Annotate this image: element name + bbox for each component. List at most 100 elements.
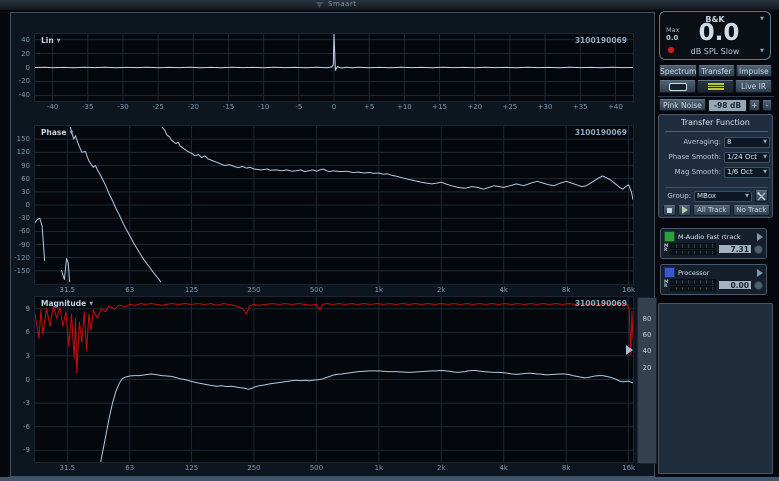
generator-controls: Pink Noise -98 dB + - bbox=[659, 99, 772, 111]
ir-mode-buttons: Live IR bbox=[659, 80, 772, 93]
group-label: Group: bbox=[663, 192, 691, 200]
averaging-value: 8 bbox=[727, 138, 731, 146]
dropdown-arrow-icon: ▼ bbox=[57, 38, 61, 44]
averaging-select[interactable]: 8 ▼ bbox=[724, 137, 770, 148]
play-icon bbox=[682, 206, 688, 214]
level-meters bbox=[670, 279, 716, 291]
coherence-scale-strip[interactable]: 80604020 bbox=[637, 297, 657, 464]
no-track-button[interactable]: No Track bbox=[733, 205, 771, 216]
mag-smooth-select[interactable]: 1/6 Oct ▼ bbox=[724, 167, 770, 178]
track-mute-button[interactable] bbox=[754, 245, 763, 254]
magnitude-view-selector[interactable]: Magnitude▼ bbox=[41, 299, 93, 308]
phase-view-selector[interactable]: Phase▼ bbox=[41, 128, 73, 137]
smaart-logo-icon bbox=[316, 2, 323, 8]
meter-channel-labels: M R bbox=[664, 245, 668, 254]
empty-side-panel bbox=[658, 303, 773, 474]
meter-max-value: 0.0 bbox=[666, 34, 678, 42]
meter-bar bbox=[670, 286, 716, 292]
ir-linear-view-button[interactable] bbox=[659, 80, 696, 93]
titlebar: Smaart bbox=[0, 0, 779, 11]
coherence-cursor-icon[interactable] bbox=[626, 345, 633, 355]
divider bbox=[665, 187, 768, 188]
mode-buttons: Spectrum Transfer Impulse bbox=[659, 65, 772, 77]
transfer-function-panel: Transfer Function Averaging: 8 ▼ Phase S… bbox=[658, 114, 773, 218]
trace-id: 3100190069 bbox=[575, 128, 627, 137]
group-row: Group: MBox ▼ bbox=[663, 190, 770, 202]
meter-label-r: R bbox=[664, 249, 668, 254]
chevron-down-icon: ▼ bbox=[745, 193, 749, 199]
meter-bar bbox=[670, 250, 716, 256]
ir-view-selector[interactable]: Lin▼ bbox=[41, 36, 61, 45]
divider bbox=[665, 131, 768, 132]
meter-mode-selector[interactable]: dB SPL Slow bbox=[660, 47, 770, 56]
track-delay-value[interactable]: 0.00 bbox=[718, 280, 752, 290]
banded-view-icon bbox=[708, 83, 724, 90]
spectrum-button[interactable]: Spectrum bbox=[659, 65, 697, 77]
chevron-down-icon[interactable]: ▼ bbox=[760, 48, 764, 54]
meter-label-r: R bbox=[664, 285, 668, 290]
transport-controls: All Track No Track bbox=[663, 204, 770, 216]
panel-title: Transfer Function bbox=[659, 118, 772, 127]
level-down-button[interactable]: - bbox=[762, 100, 772, 111]
spl-readout: 0.0 bbox=[686, 20, 752, 46]
level-up-button[interactable]: + bbox=[749, 100, 759, 111]
phase-y-axis: 1501209060300-30-60-90-120-150 bbox=[10, 126, 32, 284]
live-ir-button[interactable]: Live IR bbox=[735, 80, 772, 93]
chevron-down-icon[interactable]: ▼ bbox=[760, 16, 764, 22]
trace-id: 3100190069 bbox=[575, 299, 627, 308]
track-header: Processor bbox=[661, 265, 766, 279]
group-settings-button[interactable] bbox=[755, 190, 768, 202]
pink-noise-button[interactable]: Pink Noise bbox=[659, 99, 706, 111]
app-title: Smaart bbox=[328, 0, 356, 8]
meter-bar bbox=[670, 243, 716, 249]
stop-icon bbox=[667, 208, 672, 213]
track-name: M-Audio Fast rtrack bbox=[678, 233, 754, 241]
dropdown-arrow-icon: ▼ bbox=[69, 130, 73, 136]
group-select[interactable]: MBox ▼ bbox=[694, 191, 752, 202]
track-header: M-Audio Fast rtrack bbox=[661, 229, 766, 243]
play-icon[interactable] bbox=[757, 269, 763, 277]
ir-view-label: Lin bbox=[41, 36, 54, 45]
impulse-response-plot[interactable]: Lin▼ 3100190069 40200-20-40 -40-35-30-25… bbox=[34, 33, 634, 102]
group-value: MBox bbox=[697, 192, 716, 200]
trace-id: 3100190069 bbox=[575, 36, 627, 45]
track-delay-value[interactable]: 7.31 bbox=[718, 244, 752, 254]
meter-max-label: Max bbox=[666, 26, 679, 34]
phase-view-label: Phase bbox=[41, 128, 66, 137]
phase-plot[interactable]: Phase▼ 3100190069 1501209060300-30-60-90… bbox=[34, 125, 634, 285]
magnitude-plot[interactable]: Magnitude▼ 3100190069 9630-3-6-9 31.5631… bbox=[34, 296, 634, 463]
chevron-down-icon: ▼ bbox=[763, 154, 767, 160]
window-bottom-edge bbox=[0, 477, 779, 481]
level-meters bbox=[670, 243, 716, 255]
averaging-label: Averaging: bbox=[663, 138, 721, 146]
mag-smooth-row: Mag Smooth: 1/6 Oct ▼ bbox=[663, 166, 770, 178]
ir-banded-view-button[interactable] bbox=[697, 80, 734, 93]
phase-smooth-label: Phase Smooth: bbox=[663, 153, 721, 161]
track-color-swatch[interactable] bbox=[664, 231, 675, 242]
wrench-icon bbox=[757, 192, 766, 201]
transfer-button[interactable]: Transfer bbox=[698, 65, 734, 77]
track-mute-button[interactable] bbox=[754, 281, 763, 290]
impulse-button[interactable]: Impulse bbox=[736, 65, 772, 77]
magnitude-y-axis: 9630-3-6-9 bbox=[10, 297, 32, 462]
chevron-down-icon: ▼ bbox=[763, 169, 767, 175]
meter-bar bbox=[670, 279, 716, 285]
phase-smooth-select[interactable]: 1/24 Oct ▼ bbox=[724, 152, 770, 163]
phase-x-axis: 31.5631252505001k2k4k8k16k bbox=[35, 284, 633, 296]
play-button[interactable] bbox=[678, 205, 691, 216]
mag-smooth-value: 1/6 Oct bbox=[727, 168, 753, 176]
track-module-measurement: Processor M R 0.00 bbox=[660, 264, 767, 295]
generator-level-display[interactable]: -98 dB bbox=[708, 99, 747, 112]
track-meters-row: M R 7.31 bbox=[661, 243, 766, 255]
averaging-row: Averaging: 8 ▼ bbox=[663, 136, 770, 148]
track-name: Processor bbox=[678, 269, 754, 277]
phase-smooth-value: 1/24 Oct bbox=[727, 153, 757, 161]
linear-view-icon bbox=[669, 83, 687, 91]
stop-button[interactable] bbox=[663, 205, 676, 216]
all-track-button[interactable]: All Track bbox=[693, 205, 731, 216]
track-color-swatch[interactable] bbox=[664, 267, 675, 278]
plot-frame: Lin▼ 3100190069 40200-20-40 -40-35-30-25… bbox=[10, 12, 655, 477]
play-icon[interactable] bbox=[757, 233, 763, 241]
magnitude-view-label: Magnitude bbox=[41, 299, 86, 308]
ir-y-axis: 40200-20-40 bbox=[10, 34, 32, 101]
